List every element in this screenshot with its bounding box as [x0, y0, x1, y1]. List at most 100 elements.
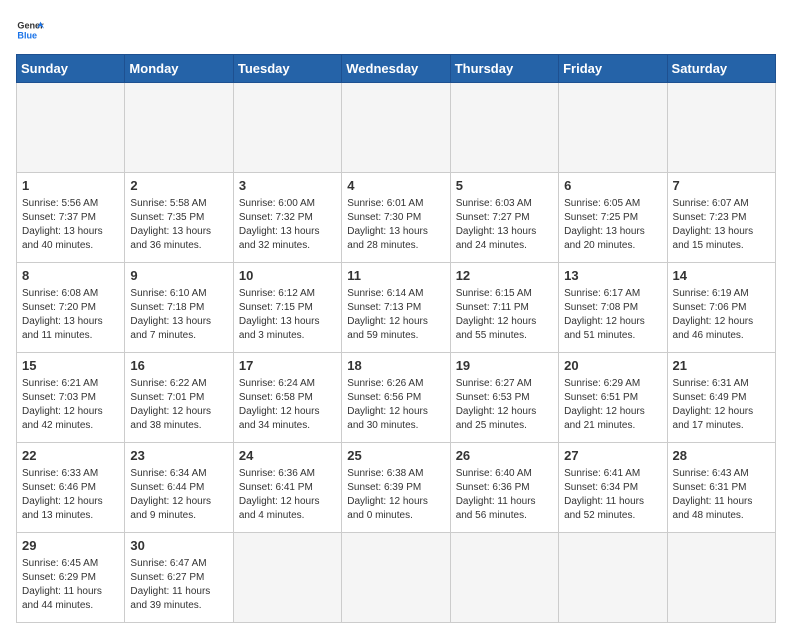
calendar-cell — [559, 533, 667, 623]
cell-text: and 46 minutes. — [673, 329, 770, 343]
header-row: SundayMondayTuesdayWednesdayThursdayFrid… — [17, 55, 776, 83]
week-row: 22Sunrise: 6:33 AMSunset: 6:46 PMDayligh… — [17, 443, 776, 533]
cell-text: and 51 minutes. — [564, 329, 661, 343]
calendar-cell — [342, 83, 450, 173]
cell-text: Sunrise: 5:58 AM — [130, 197, 227, 211]
day-number: 17 — [239, 357, 336, 375]
calendar-cell: 20Sunrise: 6:29 AMSunset: 6:51 PMDayligh… — [559, 353, 667, 443]
day-number: 2 — [130, 177, 227, 195]
calendar-cell: 26Sunrise: 6:40 AMSunset: 6:36 PMDayligh… — [450, 443, 558, 533]
cell-text: Daylight: 12 hours — [347, 495, 444, 509]
cell-text: Daylight: 12 hours — [130, 495, 227, 509]
cell-text: Sunrise: 6:26 AM — [347, 377, 444, 391]
calendar-cell: 29Sunrise: 6:45 AMSunset: 6:29 PMDayligh… — [17, 533, 125, 623]
day-number: 28 — [673, 447, 770, 465]
calendar-cell: 6Sunrise: 6:05 AMSunset: 7:25 PMDaylight… — [559, 173, 667, 263]
cell-text: Sunrise: 6:14 AM — [347, 287, 444, 301]
calendar-cell: 8Sunrise: 6:08 AMSunset: 7:20 PMDaylight… — [17, 263, 125, 353]
cell-text: Sunset: 7:03 PM — [22, 391, 119, 405]
cell-text: Sunset: 7:18 PM — [130, 301, 227, 315]
day-number: 29 — [22, 537, 119, 555]
cell-text: and 0 minutes. — [347, 509, 444, 523]
calendar-cell: 21Sunrise: 6:31 AMSunset: 6:49 PMDayligh… — [667, 353, 775, 443]
calendar-cell — [667, 83, 775, 173]
cell-text: Sunset: 6:27 PM — [130, 571, 227, 585]
cell-text: Daylight: 13 hours — [456, 225, 553, 239]
cell-text: Sunrise: 6:24 AM — [239, 377, 336, 391]
day-number: 21 — [673, 357, 770, 375]
header-day: Sunday — [17, 55, 125, 83]
cell-text: Sunrise: 6:08 AM — [22, 287, 119, 301]
calendar-cell — [559, 83, 667, 173]
cell-text: Daylight: 11 hours — [564, 495, 661, 509]
cell-text: Daylight: 12 hours — [456, 315, 553, 329]
cell-text: Sunset: 6:41 PM — [239, 481, 336, 495]
calendar-cell — [233, 83, 341, 173]
cell-text: and 24 minutes. — [456, 239, 553, 253]
cell-text: Sunset: 7:06 PM — [673, 301, 770, 315]
logo: General Blue — [16, 16, 44, 44]
calendar-cell: 30Sunrise: 6:47 AMSunset: 6:27 PMDayligh… — [125, 533, 233, 623]
cell-text: Daylight: 11 hours — [673, 495, 770, 509]
cell-text: Sunrise: 6:40 AM — [456, 467, 553, 481]
cell-text: Sunrise: 6:22 AM — [130, 377, 227, 391]
day-number: 7 — [673, 177, 770, 195]
cell-text: Sunset: 6:36 PM — [456, 481, 553, 495]
day-number: 4 — [347, 177, 444, 195]
cell-text: Sunset: 7:35 PM — [130, 211, 227, 225]
calendar-cell — [17, 83, 125, 173]
calendar-table: SundayMondayTuesdayWednesdayThursdayFrid… — [16, 54, 776, 623]
cell-text: Daylight: 12 hours — [239, 495, 336, 509]
cell-text: Daylight: 13 hours — [673, 225, 770, 239]
calendar-cell: 9Sunrise: 6:10 AMSunset: 7:18 PMDaylight… — [125, 263, 233, 353]
day-number: 8 — [22, 267, 119, 285]
cell-text: and 9 minutes. — [130, 509, 227, 523]
cell-text: and 4 minutes. — [239, 509, 336, 523]
cell-text: Daylight: 12 hours — [347, 405, 444, 419]
calendar-cell: 24Sunrise: 6:36 AMSunset: 6:41 PMDayligh… — [233, 443, 341, 533]
cell-text: and 44 minutes. — [22, 599, 119, 613]
cell-text: Daylight: 12 hours — [347, 315, 444, 329]
cell-text: Sunrise: 6:29 AM — [564, 377, 661, 391]
cell-text: and 42 minutes. — [22, 419, 119, 433]
calendar-cell — [450, 83, 558, 173]
cell-text: Sunrise: 6:10 AM — [130, 287, 227, 301]
cell-text: Sunset: 6:44 PM — [130, 481, 227, 495]
cell-text: Sunrise: 6:36 AM — [239, 467, 336, 481]
week-row: 15Sunrise: 6:21 AMSunset: 7:03 PMDayligh… — [17, 353, 776, 443]
day-number: 22 — [22, 447, 119, 465]
cell-text: Sunrise: 6:00 AM — [239, 197, 336, 211]
cell-text: Sunset: 7:37 PM — [22, 211, 119, 225]
calendar-cell — [667, 533, 775, 623]
week-row — [17, 83, 776, 173]
cell-text: Sunrise: 6:38 AM — [347, 467, 444, 481]
cell-text: and 40 minutes. — [22, 239, 119, 253]
cell-text: Daylight: 13 hours — [22, 225, 119, 239]
cell-text: and 15 minutes. — [673, 239, 770, 253]
day-number: 16 — [130, 357, 227, 375]
calendar-cell: 22Sunrise: 6:33 AMSunset: 6:46 PMDayligh… — [17, 443, 125, 533]
calendar-cell: 7Sunrise: 6:07 AMSunset: 7:23 PMDaylight… — [667, 173, 775, 263]
calendar-cell: 1Sunrise: 5:56 AMSunset: 7:37 PMDaylight… — [17, 173, 125, 263]
day-number: 23 — [130, 447, 227, 465]
calendar-cell — [450, 533, 558, 623]
calendar-cell: 27Sunrise: 6:41 AMSunset: 6:34 PMDayligh… — [559, 443, 667, 533]
cell-text: and 39 minutes. — [130, 599, 227, 613]
cell-text: Sunrise: 6:12 AM — [239, 287, 336, 301]
calendar-cell: 11Sunrise: 6:14 AMSunset: 7:13 PMDayligh… — [342, 263, 450, 353]
calendar-cell: 15Sunrise: 6:21 AMSunset: 7:03 PMDayligh… — [17, 353, 125, 443]
day-number: 26 — [456, 447, 553, 465]
day-number: 1 — [22, 177, 119, 195]
calendar-cell — [233, 533, 341, 623]
cell-text: Sunrise: 6:47 AM — [130, 557, 227, 571]
calendar-cell: 13Sunrise: 6:17 AMSunset: 7:08 PMDayligh… — [559, 263, 667, 353]
day-number: 14 — [673, 267, 770, 285]
cell-text: and 20 minutes. — [564, 239, 661, 253]
cell-text: Sunrise: 6:41 AM — [564, 467, 661, 481]
cell-text: and 56 minutes. — [456, 509, 553, 523]
cell-text: Sunset: 7:25 PM — [564, 211, 661, 225]
calendar-cell: 16Sunrise: 6:22 AMSunset: 7:01 PMDayligh… — [125, 353, 233, 443]
cell-text: Sunrise: 6:03 AM — [456, 197, 553, 211]
day-number: 12 — [456, 267, 553, 285]
cell-text: and 3 minutes. — [239, 329, 336, 343]
